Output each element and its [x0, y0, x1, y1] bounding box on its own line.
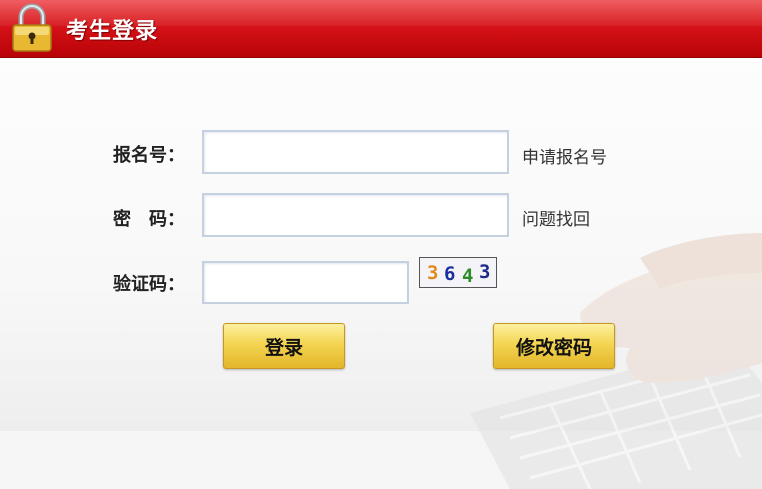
captcha-char: 3: [427, 262, 439, 284]
change-password-button[interactable]: 修改密码: [493, 323, 615, 369]
captcha-char: 4: [462, 265, 474, 287]
password-label: 密 码：: [113, 209, 185, 230]
captcha-char: 3: [479, 261, 491, 283]
login-button[interactable]: 登录: [223, 323, 345, 369]
page-title: 考生登录: [66, 19, 159, 44]
captcha-input[interactable]: [202, 261, 409, 304]
registration-number-label: 报名号：: [113, 145, 185, 166]
lock-icon: [12, 3, 52, 52]
password-recovery-link[interactable]: 问题找回: [522, 205, 590, 230]
captcha-label: 验证码：: [113, 274, 185, 295]
login-panel: [0, 58, 762, 489]
apply-registration-link[interactable]: 申请报名号: [522, 143, 607, 168]
header-bar: 考生登录: [0, 0, 762, 58]
password-input[interactable]: [202, 193, 509, 237]
captcha-image[interactable]: 3 6 4 3: [419, 257, 497, 288]
captcha-char: 6: [444, 263, 456, 285]
registration-number-input[interactable]: [202, 130, 509, 174]
